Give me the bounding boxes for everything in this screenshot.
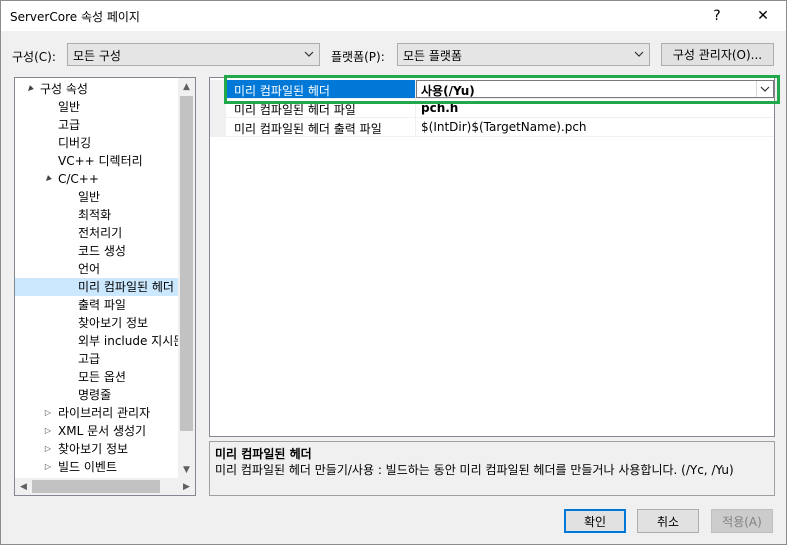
tree-item-label: 코드 생성 [78, 244, 126, 258]
config-value: 모든 구성 [73, 49, 121, 63]
description-title: 미리 컴파일된 헤더 [215, 447, 312, 461]
tree-item-label: 찾아보기 정보 [78, 316, 149, 330]
apply-button[interactable]: 적용(A) [711, 509, 773, 533]
tree-item[interactable]: 최적화 [15, 206, 182, 224]
scroll-right-icon[interactable]: ▶ [178, 478, 195, 495]
tree-item[interactable]: 모든 옵션 [15, 368, 182, 386]
tree-item-label: 디버깅 [58, 136, 92, 150]
tree-item-label: 명령줄 [78, 388, 112, 402]
tree-item-label: 모든 옵션 [78, 370, 126, 384]
property-pages-dialog: ServerCore 속성 페이지 ? ✕ 구성(C): 모든 구성 플랫폼(P… [0, 0, 787, 545]
tree-item-label: 최적화 [78, 208, 112, 222]
tree-item[interactable]: ▷ 빌드 이벤트 [15, 458, 182, 476]
scroll-left-icon[interactable]: ◀ [15, 478, 32, 495]
tree-item-label: 빌드 이벤트 [58, 460, 118, 474]
expand-icon[interactable]: ▷ [43, 422, 53, 440]
platform-label: 플랫폼(P): [331, 50, 385, 64]
property-row[interactable]: 미리 컴파일된 헤더 출력 파일 $(IntDir)$(TargetName).p… [210, 118, 774, 137]
tree-item[interactable]: 고급 [15, 116, 182, 134]
category-tree[interactable]: ▲ 구성 속성 일반 고급 디버깅 VC++ 디렉터리 ▲ C/C++ 일반 최적화 전처리기 코드 … [14, 77, 196, 496]
expand-icon[interactable]: ▷ [43, 404, 53, 422]
property-name: 미리 컴파일된 헤더 출력 파일 [234, 122, 382, 136]
tree-item-label: 출력 파일 [78, 298, 126, 312]
tree-item[interactable]: 디버깅 [15, 134, 182, 152]
row-gutter [210, 118, 226, 136]
scroll-down-icon[interactable]: ▼ [178, 461, 195, 478]
tree-item-label: 찾아보기 정보 [58, 442, 129, 456]
tree-item[interactable]: 찾아보기 정보 [15, 314, 182, 332]
close-button[interactable]: ✕ [740, 1, 786, 31]
tree-item[interactable]: ▲ C/C++ [15, 170, 182, 188]
tree-item-label: XML 문서 생성기 [58, 424, 147, 438]
tree-item[interactable]: ▲ 구성 속성 [15, 80, 182, 98]
title-bar: ServerCore 속성 페이지 ? ✕ [1, 1, 786, 31]
scroll-thumb-horizontal[interactable] [32, 480, 160, 493]
tree-vertical-scrollbar[interactable]: ▲ ▼ [178, 78, 195, 478]
tree-item[interactable]: 미리 컴파일된 헤더 [15, 278, 182, 296]
expand-icon[interactable]: ▷ [43, 440, 53, 458]
tree-item[interactable]: 명령줄 [15, 386, 182, 404]
tree-item[interactable]: 출력 파일 [15, 296, 182, 314]
tree-item-label: 외부 include 지시문 [78, 334, 185, 348]
description-text: 미리 컴파일된 헤더 만들기/사용 : 빌드하는 동안 미리 컴파일된 헤더를 … [215, 463, 734, 477]
tree-item-label: 고급 [58, 118, 81, 132]
platform-combo[interactable]: 모든 플랫폼 [397, 43, 650, 66]
tree-item-label: 라이브러리 관리자 [58, 406, 151, 420]
tree-item[interactable]: 일반 [15, 188, 182, 206]
property-value: $(IntDir)$(TargetName).pch [421, 120, 587, 134]
tree-item[interactable]: 전처리기 [15, 224, 182, 242]
tree-item-label: 언어 [78, 262, 101, 276]
tree-item[interactable]: ▷ 찾아보기 정보 [15, 440, 182, 458]
tree-item-label: 전처리기 [78, 226, 123, 240]
column-separator [415, 118, 416, 137]
description-panel: 미리 컴파일된 헤더 미리 컴파일된 헤더 만들기/사용 : 빌드하는 동안 미… [209, 441, 775, 496]
selected-property-highlight [224, 75, 780, 104]
ok-button[interactable]: 확인 [564, 509, 626, 533]
config-label: 구성(C): [12, 50, 56, 64]
scroll-up-icon[interactable]: ▲ [178, 78, 195, 95]
cancel-button[interactable]: 취소 [637, 509, 699, 533]
chevron-down-icon [634, 51, 644, 57]
property-grid[interactable]: 미리 컴파일된 헤더 사용(/Yu) 미리 컴파일된 헤더 파일 pch.h 미리 컴파… [209, 77, 775, 437]
help-button[interactable]: ? [694, 1, 740, 31]
platform-value: 모든 플랫폼 [403, 49, 463, 63]
tree-item[interactable]: 언어 [15, 260, 182, 278]
tree-item-label: 구성 속성 [40, 82, 88, 96]
expand-icon[interactable]: ▷ [43, 458, 53, 476]
window-title: ServerCore 속성 페이지 [10, 10, 140, 24]
tree-item-label: 미리 컴파일된 헤더 [78, 280, 174, 294]
tree-item-label: 일반 [58, 100, 81, 114]
tree-item[interactable]: ▷ 라이브러리 관리자 [15, 404, 182, 422]
tree-item[interactable]: ▷ XML 문서 생성기 [15, 422, 182, 440]
tree-item-label: VC++ 디렉터리 [58, 154, 143, 168]
collapse-icon[interactable]: ▲ [39, 170, 57, 188]
config-combo[interactable]: 모든 구성 [67, 43, 320, 66]
tree-item-label: 일반 [78, 190, 101, 204]
tree-item[interactable]: VC++ 디렉터리 [15, 152, 182, 170]
tree-item[interactable]: 코드 생성 [15, 242, 182, 260]
tree-item[interactable]: 고급 [15, 350, 182, 368]
tree-item-label: C/C++ [58, 172, 99, 186]
config-manager-button[interactable]: 구성 관리자(O)... [661, 43, 774, 66]
scroll-thumb[interactable] [180, 96, 193, 431]
tree-horizontal-scrollbar[interactable]: ◀ ▶ [15, 478, 195, 495]
collapse-icon[interactable]: ▲ [21, 80, 39, 98]
tree-item[interactable]: 외부 include 지시문 [15, 332, 185, 350]
tree-item[interactable]: 일반 [15, 98, 182, 116]
tree-item-label: 고급 [78, 352, 101, 366]
chevron-down-icon [304, 51, 314, 57]
